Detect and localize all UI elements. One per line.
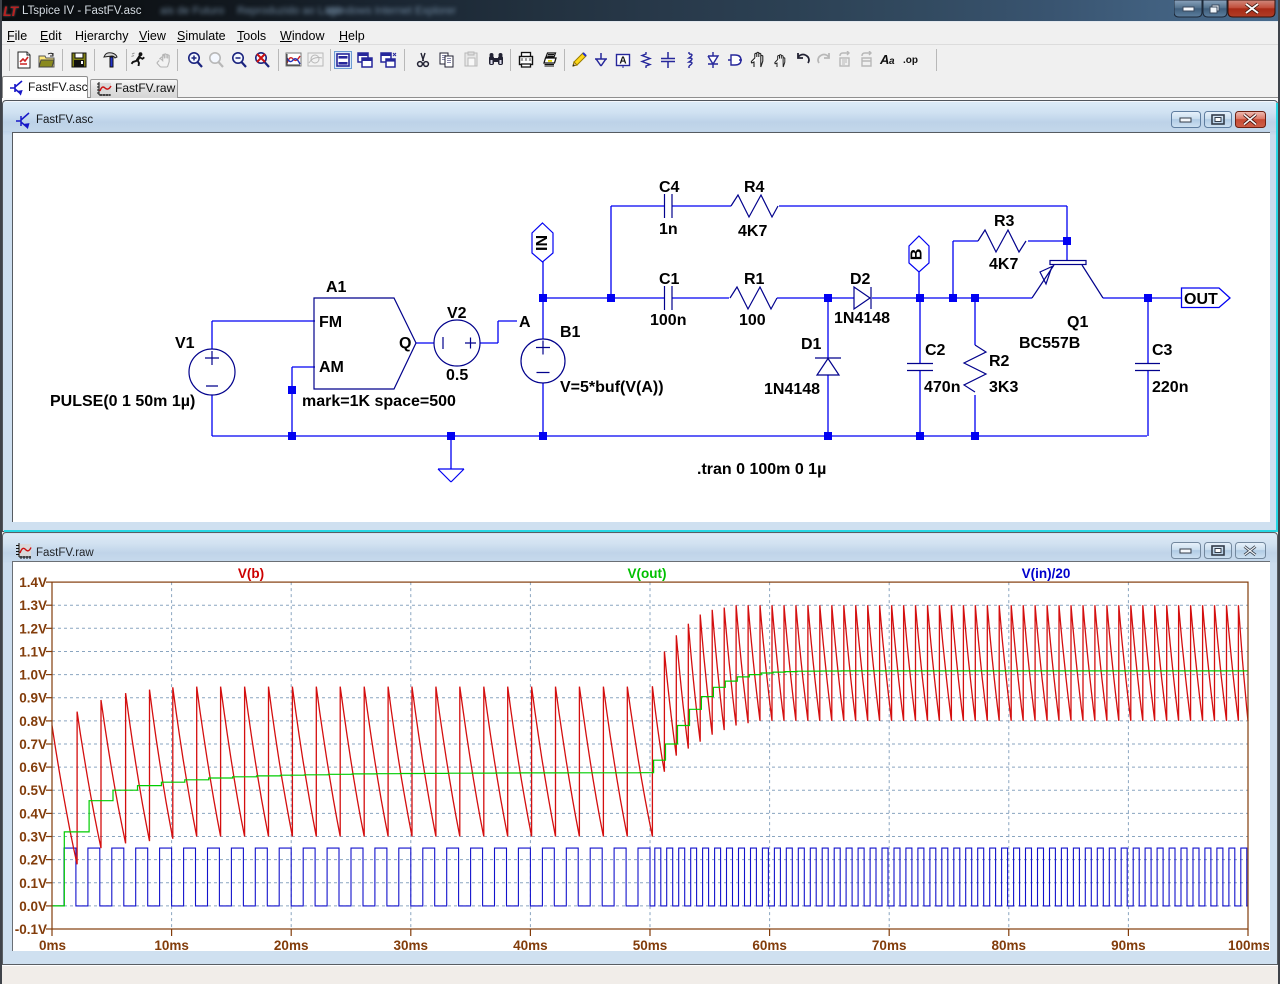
- svg-text:R1: R1: [744, 271, 765, 288]
- svg-text:B1: B1: [560, 324, 581, 341]
- svg-text:10ms: 10ms: [154, 938, 189, 951]
- svg-text:220n: 220n: [1152, 379, 1188, 396]
- svg-text:mark=1K space=500: mark=1K space=500: [302, 393, 456, 410]
- svg-text:1n: 1n: [659, 221, 678, 238]
- svg-text:V(in)/20: V(in)/20: [1022, 566, 1071, 581]
- svg-text:BC557B: BC557B: [1019, 335, 1080, 352]
- svg-text:C1: C1: [659, 271, 680, 288]
- svg-text:40ms: 40ms: [513, 938, 548, 951]
- svg-text:4K7: 4K7: [738, 223, 767, 240]
- svg-text:-0.1V: -0.1V: [15, 922, 47, 937]
- svg-text:0.5: 0.5: [446, 367, 468, 384]
- svg-text:Q1: Q1: [1067, 314, 1088, 331]
- svg-text:0.3V: 0.3V: [19, 830, 47, 845]
- svg-text:Q: Q: [399, 335, 411, 352]
- svg-text:R2: R2: [989, 353, 1010, 370]
- svg-text:V(out): V(out): [628, 566, 667, 581]
- svg-text:PULSE(0 1 50m 1µ): PULSE(0 1 50m 1µ): [50, 393, 195, 410]
- svg-text:V1: V1: [175, 335, 195, 352]
- svg-text:OUT: OUT: [1184, 291, 1218, 308]
- svg-text:0ms: 0ms: [39, 938, 66, 951]
- svg-text:.op: .op: [903, 55, 918, 66]
- svg-text:1.2V: 1.2V: [19, 621, 47, 636]
- svg-text:0.7V: 0.7V: [19, 737, 47, 752]
- svg-text:A: A: [879, 52, 889, 67]
- svg-text:C4: C4: [659, 179, 680, 196]
- svg-text:1.4V: 1.4V: [19, 575, 47, 590]
- svg-text:0.8V: 0.8V: [19, 714, 47, 729]
- svg-text:0.1V: 0.1V: [19, 876, 47, 891]
- svg-text:90ms: 90ms: [1111, 938, 1146, 951]
- svg-text:0.0V: 0.0V: [19, 899, 47, 914]
- svg-text:70ms: 70ms: [872, 938, 907, 951]
- svg-text:1.3V: 1.3V: [19, 598, 47, 613]
- svg-text:60ms: 60ms: [752, 938, 787, 951]
- svg-text:V=5*buf(V(A)): V=5*buf(V(A)): [560, 379, 664, 396]
- svg-text:V(b): V(b): [238, 566, 264, 581]
- svg-text:D2: D2: [850, 271, 871, 288]
- svg-text:100n: 100n: [650, 312, 686, 329]
- svg-text:100ms: 100ms: [1228, 938, 1269, 951]
- svg-text:FM: FM: [319, 314, 342, 331]
- svg-text:470n: 470n: [924, 379, 960, 396]
- svg-text:1.0V: 1.0V: [19, 668, 47, 683]
- svg-text:0.6V: 0.6V: [19, 760, 47, 775]
- svg-text:C2: C2: [925, 342, 946, 359]
- svg-text:R3: R3: [994, 213, 1015, 230]
- svg-text:100: 100: [739, 312, 766, 329]
- svg-text:A: A: [619, 56, 626, 67]
- svg-text:.tran 0 100m 0 1µ: .tran 0 100m 0 1µ: [697, 461, 826, 478]
- svg-text:B: B: [909, 249, 926, 261]
- svg-text:a: a: [889, 56, 895, 67]
- svg-text:0.9V: 0.9V: [19, 691, 47, 706]
- svg-text:A1: A1: [326, 279, 347, 296]
- svg-text:20ms: 20ms: [274, 938, 309, 951]
- svg-text:D1: D1: [801, 336, 822, 353]
- svg-text:V2: V2: [447, 305, 467, 322]
- svg-text:0.2V: 0.2V: [19, 853, 47, 868]
- svg-text:3K3: 3K3: [989, 379, 1018, 396]
- svg-text:C3: C3: [1152, 342, 1173, 359]
- svg-text:A: A: [519, 314, 531, 331]
- svg-text:1N4148: 1N4148: [834, 310, 890, 327]
- svg-text:4K7: 4K7: [989, 256, 1018, 273]
- svg-text:80ms: 80ms: [992, 938, 1027, 951]
- svg-text:1.1V: 1.1V: [19, 645, 47, 660]
- svg-text:1N4148: 1N4148: [764, 381, 820, 398]
- svg-text:0.5V: 0.5V: [19, 783, 47, 798]
- svg-text:0.4V: 0.4V: [19, 806, 47, 821]
- svg-text:50ms: 50ms: [633, 938, 668, 951]
- svg-text:30ms: 30ms: [394, 938, 429, 951]
- svg-text:R4: R4: [744, 179, 765, 196]
- svg-text:IN: IN: [534, 235, 551, 251]
- svg-text:AM: AM: [319, 359, 344, 376]
